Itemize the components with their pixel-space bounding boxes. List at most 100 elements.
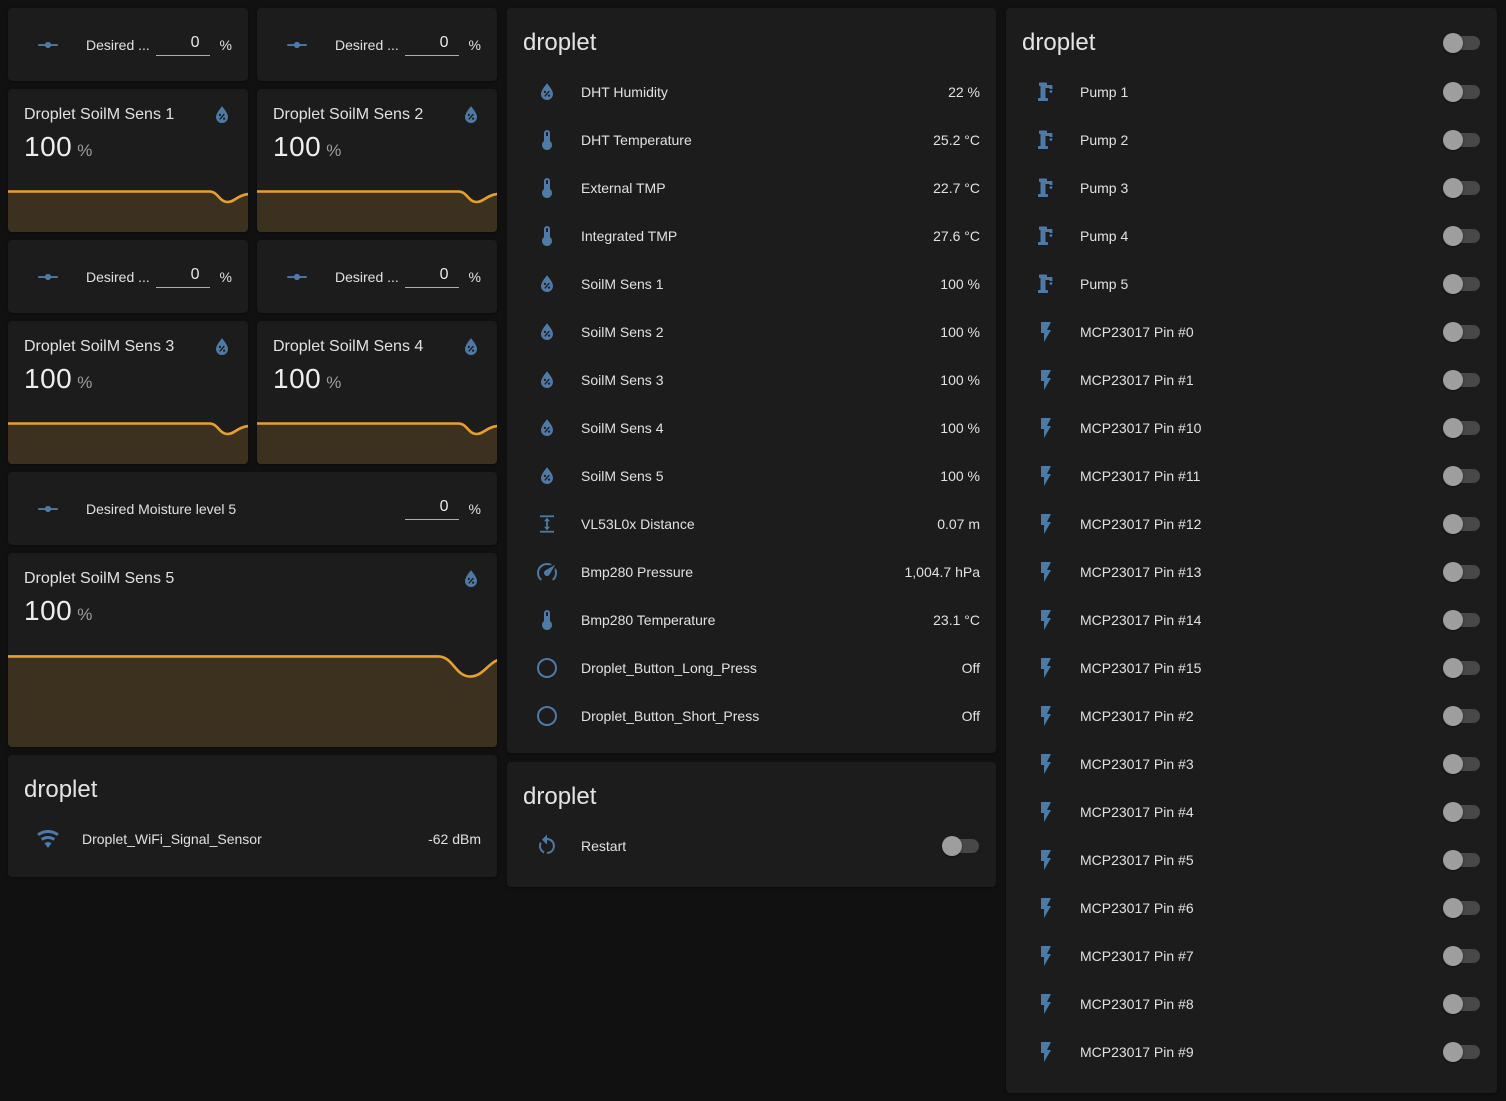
toggle-switch[interactable] [1443,705,1481,727]
toggle-thumb [1443,418,1463,438]
toggle-switch[interactable] [1443,369,1481,391]
toggle-thumb [1443,178,1463,198]
desired-value-input[interactable]: 0 [405,266,459,288]
entity-row[interactable]: MCP23017 Pin #6 [1006,884,1497,932]
toggle-switch[interactable] [1443,993,1481,1015]
sensor-value: 100 [273,131,321,163]
entity-row[interactable]: SoilM Sens 3100 % [507,356,996,404]
entity-row[interactable]: DHT Temperature25.2 °C [507,116,996,164]
entity-row[interactable]: MCP23017 Pin #7 [1006,932,1497,980]
entity-row[interactable]: MCP23017 Pin #8 [1006,980,1497,1028]
desired-value-input[interactable]: 0 [405,498,459,520]
entity-row[interactable]: SoilM Sens 5100 % [507,452,996,500]
toggle-switch[interactable] [1443,945,1481,967]
toggle-switch[interactable] [1443,513,1481,535]
entity-row[interactable]: External TMP22.7 °C [507,164,996,212]
entity-name: MCP23017 Pin #10 [1080,420,1431,436]
thermometer-icon [535,224,559,248]
toggle-switch[interactable] [1443,849,1481,871]
entity-value: 1,004.7 hPa [904,564,980,580]
desired-unit: % [469,37,481,53]
entity-row[interactable]: MCP23017 Pin #14 [1006,596,1497,644]
toggle-switch[interactable] [1443,753,1481,775]
entity-row[interactable]: SoilM Sens 2100 % [507,308,996,356]
entity-row[interactable]: Pump 3 [1006,164,1497,212]
entity-row[interactable]: MCP23017 Pin #2 [1006,692,1497,740]
ray-vertex-icon [36,33,60,57]
toggle-switch[interactable] [1443,129,1481,151]
entity-row[interactable]: SoilM Sens 1100 % [507,260,996,308]
entity-row[interactable]: MCP23017 Pin #0 [1006,308,1497,356]
entity-row[interactable]: DHT Humidity22 % [507,68,996,116]
radiobox-blank-icon [535,656,559,680]
toggle-switch[interactable] [1443,561,1481,583]
entity-row[interactable]: MCP23017 Pin #3 [1006,740,1497,788]
thermometer-icon [535,176,559,200]
entity-row[interactable]: Pump 4 [1006,212,1497,260]
toggle-switch[interactable] [942,835,980,857]
sensor-unit: % [326,141,341,161]
desired-value-input[interactable]: 0 [156,34,210,56]
entity-row[interactable]: Bmp280 Temperature23.1 °C [507,596,996,644]
toggle-switch[interactable] [1443,1041,1481,1063]
toggle-all-switch[interactable] [1443,32,1481,54]
entity-row[interactable]: VL53L0x Distance0.07 m [507,500,996,548]
flash-icon [1034,416,1058,440]
toggle-switch[interactable] [1443,657,1481,679]
toggle-switch[interactable] [1443,417,1481,439]
entity-row[interactable]: Restart [507,822,996,870]
entity-row[interactable]: MCP23017 Pin #5 [1006,836,1497,884]
soil-sensor-card-3[interactable]: Droplet SoilM Sens 3 100 % [8,321,248,464]
entity-row[interactable]: MCP23017 Pin #13 [1006,548,1497,596]
entity-row[interactable]: MCP23017 Pin #12 [1006,500,1497,548]
entity-row[interactable]: Pump 5 [1006,260,1497,308]
toggle-thumb [1443,850,1463,870]
entity-name: Droplet_Button_Long_Press [581,660,950,676]
entity-value: Off [962,708,980,724]
toggle-switch[interactable] [1443,81,1481,103]
soil-sensor-card-4[interactable]: Droplet SoilM Sens 4 100 % [257,321,497,464]
entity-row[interactable]: Pump 1 [1006,68,1497,116]
entity-name: MCP23017 Pin #5 [1080,852,1431,868]
toggle-switch[interactable] [1443,177,1481,199]
wifi-card: droplet Droplet_WiFi_Signal_Sensor-62 dB… [8,755,497,877]
entity-row[interactable]: MCP23017 Pin #11 [1006,452,1497,500]
toggle-switch[interactable] [1443,321,1481,343]
entity-row[interactable]: MCP23017 Pin #9 [1006,1028,1497,1076]
toggle-switch[interactable] [1443,273,1481,295]
right-column: droplet Pump 1Pump 2Pump 3Pump 4Pump 5MC… [1006,8,1497,1093]
entity-name: Bmp280 Temperature [581,612,921,628]
flash-icon [1034,896,1058,920]
water-pump-icon [1034,176,1058,200]
entity-row[interactable]: Droplet_Button_Short_PressOff [507,692,996,740]
entity-row[interactable]: Droplet_Button_Long_PressOff [507,644,996,692]
gauge-icon [535,560,559,584]
sensor-card-title: Droplet SoilM Sens 5 [8,553,497,589]
flash-icon [1034,800,1058,824]
soil-sensor-card-5[interactable]: Droplet SoilM Sens 5 100 % [8,553,497,747]
soil-sensor-card-1[interactable]: Droplet SoilM Sens 1 100 % [8,89,248,232]
desired-value-input[interactable]: 0 [156,266,210,288]
toggle-switch[interactable] [1443,609,1481,631]
entity-row[interactable]: Bmp280 Pressure1,004.7 hPa [507,548,996,596]
toggle-switch[interactable] [1443,897,1481,919]
entity-row[interactable]: Pump 2 [1006,116,1497,164]
flash-icon [1034,512,1058,536]
entity-row[interactable]: Droplet_WiFi_Signal_Sensor-62 dBm [8,815,497,863]
toggle-switch[interactable] [1443,465,1481,487]
arrow-expand-vertical-icon [535,512,559,536]
desired-moisture-card-5: Desired Moisture level 5 0 % [8,472,497,545]
water-pump-icon [1034,80,1058,104]
soil-sensor-card-2[interactable]: Droplet SoilM Sens 2 100 % [257,89,497,232]
entity-row[interactable]: MCP23017 Pin #10 [1006,404,1497,452]
toggle-switch[interactable] [1443,801,1481,823]
entity-row[interactable]: MCP23017 Pin #15 [1006,644,1497,692]
entity-row[interactable]: Integrated TMP27.6 °C [507,212,996,260]
entity-row[interactable]: SoilM Sens 4100 % [507,404,996,452]
toggle-switch[interactable] [1443,225,1481,247]
desired-value-input[interactable]: 0 [405,34,459,56]
toggle-thumb [1443,898,1463,918]
desired-moisture-card-3: Desired ... 0 % [8,240,248,313]
entity-row[interactable]: MCP23017 Pin #1 [1006,356,1497,404]
entity-row[interactable]: MCP23017 Pin #4 [1006,788,1497,836]
